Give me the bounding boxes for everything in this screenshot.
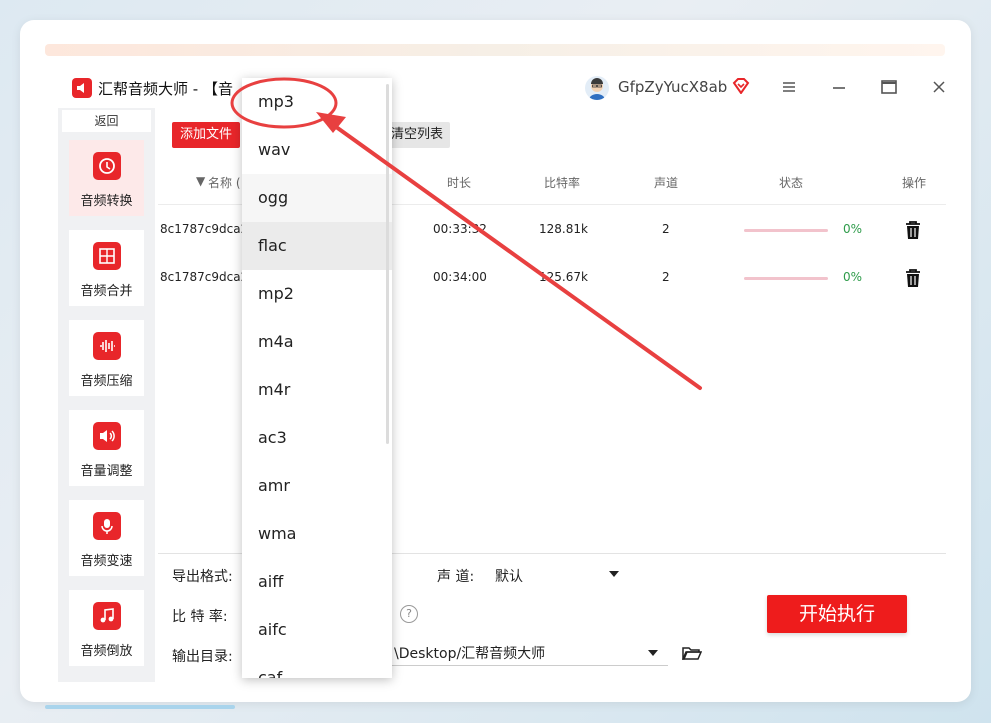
sort-desc-icon[interactable]: ▼: [196, 174, 205, 188]
sidebar-item-label: 音频压缩: [80, 374, 133, 389]
avatar[interactable]: [585, 76, 609, 100]
clear-list-button[interactable]: 清空列表: [384, 122, 450, 148]
file-channels: 2: [662, 222, 670, 236]
channel-label: 声 道:: [437, 569, 475, 585]
format-option-caf[interactable]: caf: [242, 654, 392, 678]
format-option-flac[interactable]: flac: [242, 222, 392, 270]
bottom-accent-bar: [45, 705, 235, 709]
sidebar-item-label: 音量调整: [80, 464, 133, 479]
sidebar-item-label: 音频转换: [80, 194, 133, 209]
trash-icon[interactable]: [904, 268, 922, 288]
column-header-channels: 声道: [654, 176, 679, 190]
convert-icon: [93, 152, 121, 180]
progress-bar: [744, 277, 828, 280]
progress-percent: 0%: [843, 222, 863, 236]
title-bar: 汇帮音频大师 - 【音 GfpZyYucX8ab: [58, 62, 946, 108]
chevron-down-icon[interactable]: [648, 650, 658, 656]
file-duration: 00:33:32: [433, 222, 487, 236]
file-bitrate: 128.81k: [539, 222, 588, 236]
sidebar-item-audio-merge[interactable]: 音频合并: [69, 230, 144, 306]
back-button[interactable]: 返回: [62, 110, 151, 132]
format-option-mp3[interactable]: mp3: [242, 78, 392, 126]
file-channels: 2: [662, 270, 670, 284]
sidebar-item-label: 音频倒放: [80, 644, 133, 659]
sidebar: 返回 音频转换 音频合并 音频压缩 音量调整 音频变速 音频倒放: [58, 108, 155, 682]
add-file-button[interactable]: 添加文件: [172, 122, 240, 148]
sidebar-item-audio-compress[interactable]: 音频压缩: [69, 320, 144, 396]
format-option-ogg[interactable]: ogg: [242, 174, 392, 222]
sidebar-item-audio-reverse[interactable]: 音频倒放: [69, 590, 144, 666]
column-header-bitrate: 比特率: [544, 176, 581, 190]
merge-icon: [93, 242, 121, 270]
start-button[interactable]: 开始执行: [767, 595, 907, 633]
volume-icon: [93, 422, 121, 450]
file-bitrate: 125.67k: [539, 270, 588, 284]
window-title: 汇帮音频大师 - 【音: [98, 80, 233, 98]
file-name: 8c1787c9dca2: [160, 222, 249, 236]
trash-icon[interactable]: [904, 220, 922, 240]
format-option-aifc[interactable]: aifc: [242, 606, 392, 654]
format-option-mp2[interactable]: mp2: [242, 270, 392, 318]
app-window: 汇帮音频大师 - 【音 GfpZyYucX8ab 返回 音频转换 音频合并 音频…: [58, 62, 946, 682]
sidebar-item-label: 音频合并: [80, 284, 133, 299]
microphone-icon: [93, 512, 121, 540]
file-duration: 00:34:00: [433, 270, 487, 284]
music-note-icon: [93, 602, 121, 630]
vip-diamond-icon[interactable]: [732, 78, 750, 98]
export-format-label: 导出格式:: [172, 569, 233, 585]
bitrate-label: 比 特 率:: [172, 609, 228, 625]
output-dir-label: 输出目录:: [172, 649, 233, 665]
progress-percent: 0%: [843, 270, 863, 284]
help-icon[interactable]: ?: [400, 605, 418, 623]
dropdown-scrollbar[interactable]: [386, 84, 389, 444]
column-header-name[interactable]: 名称 (: [208, 174, 241, 191]
column-header-status: 状态: [779, 176, 804, 190]
menu-icon[interactable]: [778, 76, 800, 98]
sidebar-item-volume-adjust[interactable]: 音量调整: [69, 410, 144, 486]
format-dropdown[interactable]: mp3 wav ogg flac mp2 m4a m4r ac3 amr wma…: [242, 78, 392, 678]
output-dir-value: \Desktop/汇帮音频大师: [394, 646, 546, 662]
waveform-icon: [93, 332, 121, 360]
column-header-actions: 操作: [902, 176, 927, 190]
sidebar-item-label: 音频变速: [80, 554, 133, 569]
sidebar-item-audio-speed[interactable]: 音频变速: [69, 500, 144, 576]
file-name: 8c1787c9dca2: [160, 270, 249, 284]
format-option-ac3[interactable]: ac3: [242, 414, 392, 462]
folder-icon[interactable]: [681, 645, 703, 665]
format-option-m4r[interactable]: m4r: [242, 366, 392, 414]
chevron-down-icon[interactable]: [609, 571, 619, 577]
progress-bar: [744, 229, 828, 232]
format-option-wma[interactable]: wma: [242, 510, 392, 558]
column-header-duration: 时长: [447, 176, 472, 190]
sidebar-item-audio-convert[interactable]: 音频转换: [69, 140, 144, 216]
format-option-aiff[interactable]: aiff: [242, 558, 392, 606]
channel-select[interactable]: 默认: [495, 566, 523, 586]
format-option-amr[interactable]: amr: [242, 462, 392, 510]
username: GfpZyYucX8ab: [618, 78, 728, 96]
speaker-logo-icon: [72, 78, 92, 98]
format-option-wav[interactable]: wav: [242, 126, 392, 174]
format-option-m4a[interactable]: m4a: [242, 318, 392, 366]
close-icon[interactable]: [928, 76, 946, 98]
output-dir-select[interactable]: \Desktop/汇帮音频大师: [358, 639, 668, 666]
top-gradient-strip: [45, 44, 945, 56]
maximize-icon[interactable]: [878, 76, 900, 98]
minimize-icon[interactable]: [828, 76, 850, 98]
